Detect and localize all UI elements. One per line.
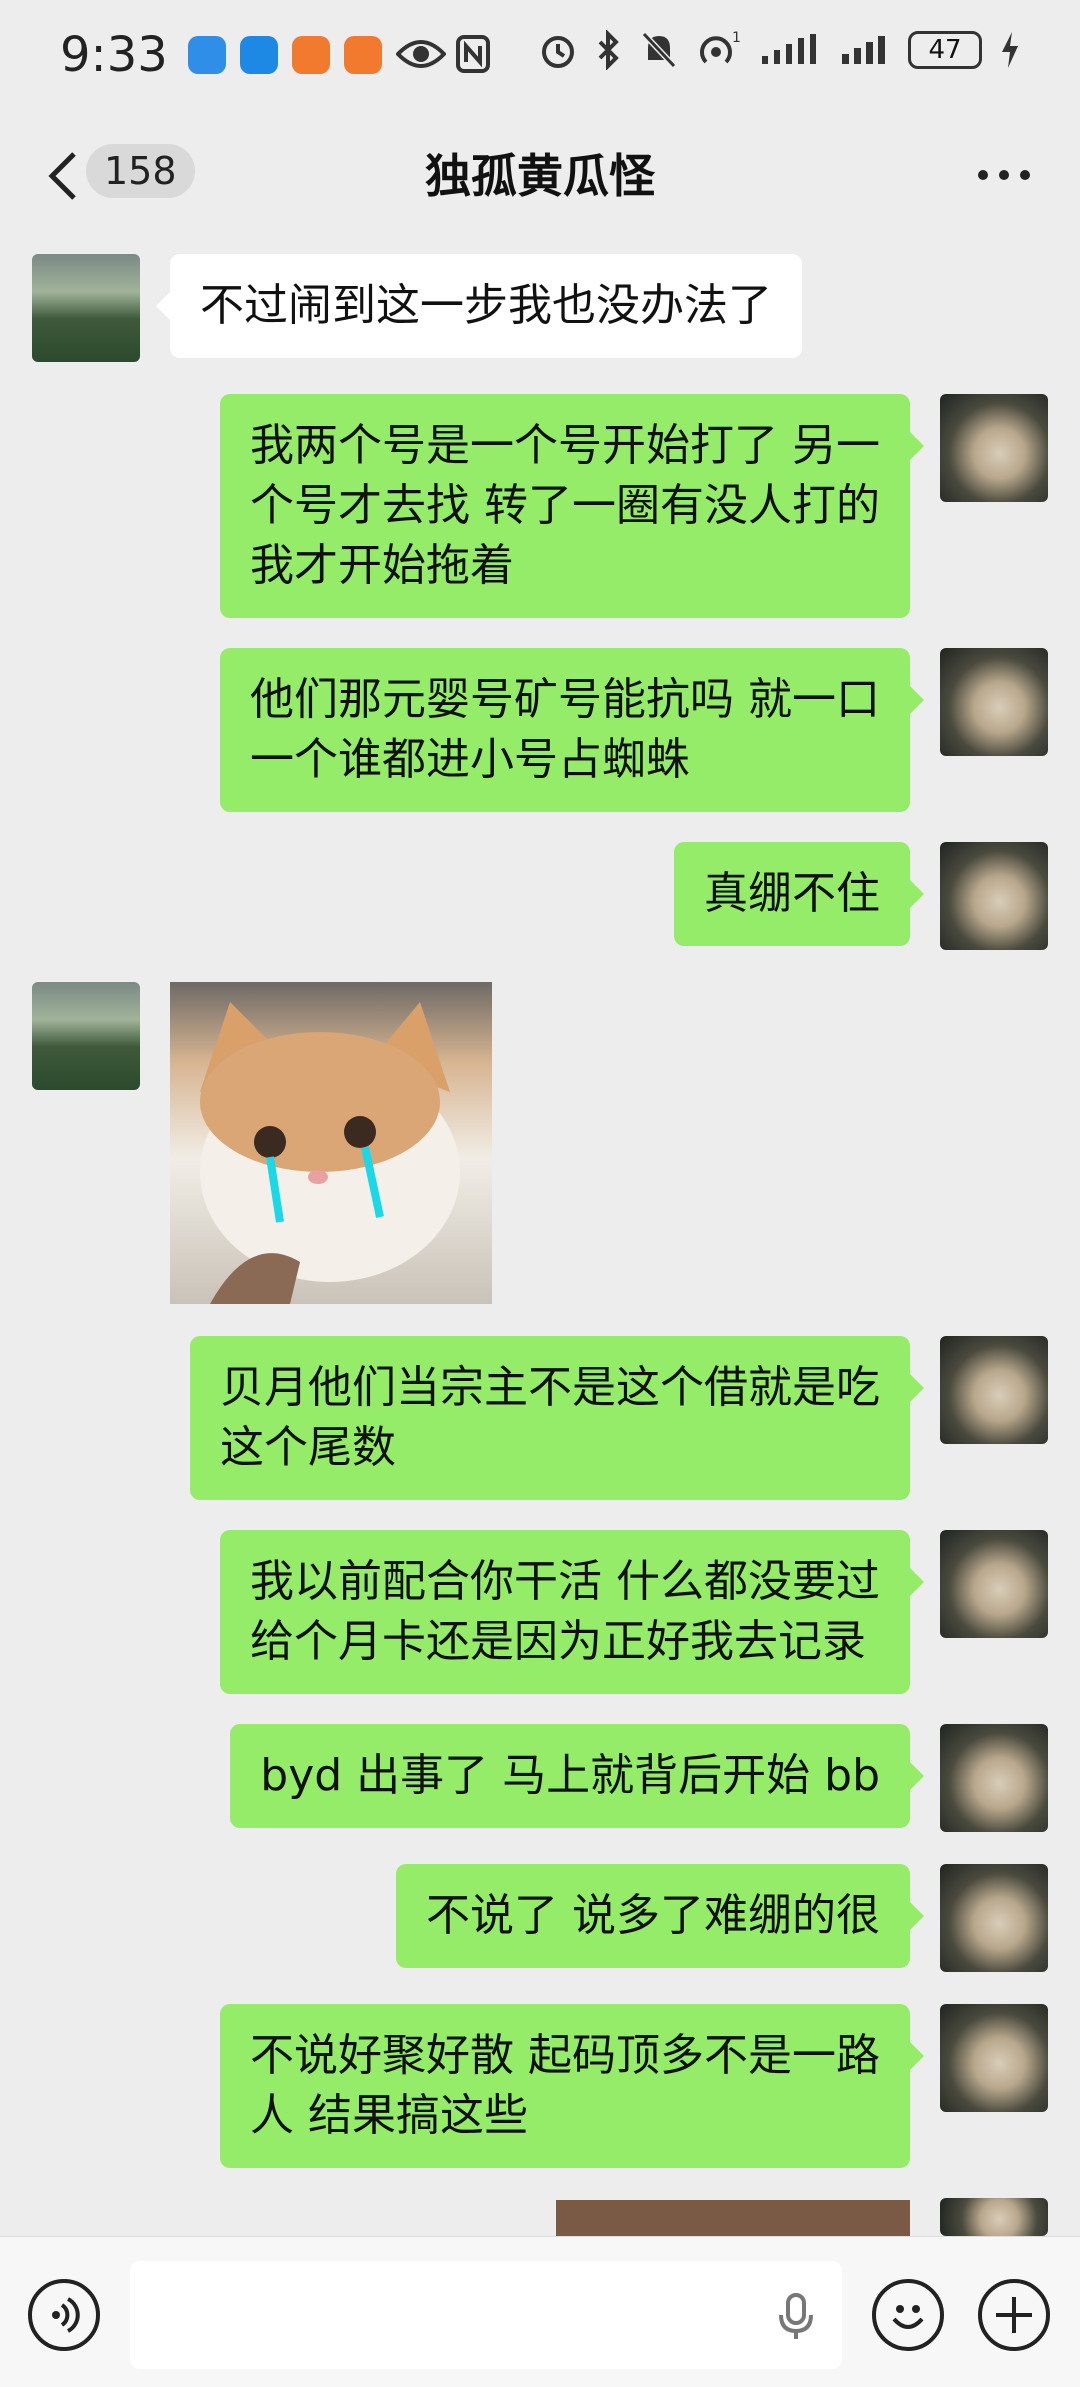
mic-icon[interactable]: [778, 2293, 814, 2341]
message-bubble[interactable]: 贝月他们当宗主不是这个借就是吃 这个尾数: [190, 1336, 924, 1500]
charging-icon: [1002, 32, 1018, 68]
message-line: 不说了 说多了难绷的很: [426, 1890, 880, 1941]
self-avatar[interactable]: [940, 1530, 1048, 1638]
voice-toggle-button[interactable]: [28, 2279, 100, 2351]
self-avatar[interactable]: [940, 1864, 1048, 1972]
contact-avatar[interactable]: [32, 254, 140, 362]
signal-icon-1: [762, 34, 816, 64]
hotspot-superscript: 1: [732, 30, 740, 46]
message-input[interactable]: [130, 2261, 842, 2369]
message-line: 我以前配合你干活 什么都没要过: [250, 1556, 880, 1607]
alarm-icon: [542, 36, 574, 68]
mute-icon: [641, 31, 677, 69]
message-bubble[interactable]: 他们那元婴号矿号能抗吗 就一口 一个谁都进小号占蜘蛛: [220, 648, 924, 812]
nfc-icon: [456, 35, 490, 73]
status-icons: 1 47: [538, 30, 1020, 70]
message-line: 真绷不住: [704, 868, 880, 919]
more-actions-button[interactable]: [978, 2279, 1050, 2351]
voice-icon: [52, 2297, 80, 2333]
bluetooth-icon: [598, 30, 619, 70]
message-bubble[interactable]: byd 出事了 马上就背后开始 bb: [230, 1724, 924, 1828]
eye-icon: [396, 40, 446, 68]
taobao-app-icon-2: [343, 36, 382, 74]
photo-thumbnail[interactable]: [556, 2200, 910, 2236]
message-bubble[interactable]: 不过闹到这一步我也没办法了: [156, 254, 802, 358]
message-bubble[interactable]: 真绷不住: [674, 842, 924, 946]
message-line: 不过闹到这一步我也没办法了: [200, 280, 772, 331]
message-line: 这个尾数: [220, 1422, 396, 1473]
self-avatar[interactable]: [940, 842, 1048, 950]
self-avatar[interactable]: [940, 1336, 1048, 1444]
weather-app-icon: [239, 36, 278, 74]
status-time: 9:33: [60, 27, 168, 83]
self-avatar[interactable]: [940, 1724, 1048, 1832]
message-line: 给个月卡还是因为正好我去记录: [250, 1616, 866, 1667]
emoji-button[interactable]: [872, 2279, 944, 2351]
message-line: 我两个号是一个号开始打了 另一: [250, 420, 880, 471]
message-line: 他们那元婴号矿号能抗吗 就一口: [250, 674, 880, 725]
chat-title: 独孤黄瓜怪: [425, 149, 655, 203]
plus-icon: [996, 2297, 1032, 2333]
crying-cat-sticker[interactable]: [170, 982, 492, 1304]
message-line: 个号才去找 转了一圈有没人打的: [250, 480, 880, 531]
message-line: byd 出事了 马上就背后开始 bb: [260, 1750, 880, 1801]
signal-icon-2: [842, 36, 885, 64]
self-avatar[interactable]: [940, 394, 1048, 502]
more-options-icon[interactable]: [976, 168, 1032, 182]
message-bubble[interactable]: 不说了 说多了难绷的很: [396, 1864, 924, 1968]
input-bar: [0, 2236, 1080, 2387]
message-bubble[interactable]: 不说好聚好散 起码顶多不是一路 人 结果搞这些: [220, 2004, 924, 2168]
self-avatar[interactable]: [940, 648, 1048, 756]
message-line: 人 结果搞这些: [250, 2090, 528, 2141]
hotspot-icon: 1: [700, 30, 740, 64]
battery-indicator: 47: [908, 31, 982, 69]
message-line: 不说好聚好散 起码顶多不是一路: [250, 2030, 880, 2081]
message-line: 我才开始拖着: [250, 540, 514, 591]
taobao-app-icon: [291, 36, 330, 74]
self-avatar[interactable]: [940, 2198, 1048, 2236]
message-bubble[interactable]: 我以前配合你干活 什么都没要过 给个月卡还是因为正好我去记录: [220, 1530, 924, 1694]
message-line: 贝月他们当宗主不是这个借就是吃: [220, 1362, 880, 1413]
message-line: 一个谁都进小号占蜘蛛: [250, 734, 690, 785]
browser-app-icon: [187, 36, 226, 74]
message-bubble[interactable]: 我两个号是一个号开始打了 另一 个号才去找 转了一圈有没人打的 我才开始拖着: [220, 394, 924, 618]
crying-cat-sticker-art: [200, 1002, 460, 1304]
self-avatar[interactable]: [940, 2004, 1048, 2112]
emoji-icon: [892, 2305, 924, 2329]
contact-avatar[interactable]: [32, 982, 140, 1090]
